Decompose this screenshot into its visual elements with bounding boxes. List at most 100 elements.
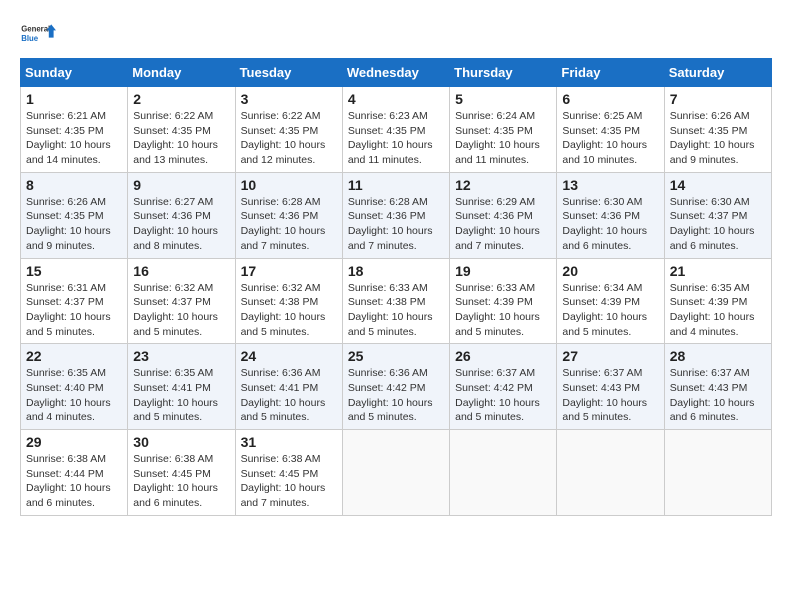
day-info: Sunrise: 6:27 AM Sunset: 4:36 PM Dayligh… bbox=[133, 195, 229, 254]
calendar-cell bbox=[450, 430, 557, 516]
day-number: 14 bbox=[670, 177, 766, 193]
day-info: Sunrise: 6:38 AM Sunset: 4:45 PM Dayligh… bbox=[241, 452, 337, 511]
day-info: Sunrise: 6:26 AM Sunset: 4:35 PM Dayligh… bbox=[670, 109, 766, 168]
day-number: 21 bbox=[670, 263, 766, 279]
calendar-cell: 18Sunrise: 6:33 AM Sunset: 4:38 PM Dayli… bbox=[342, 258, 449, 344]
calendar-header: SundayMondayTuesdayWednesdayThursdayFrid… bbox=[21, 59, 772, 87]
day-number: 20 bbox=[562, 263, 658, 279]
day-info: Sunrise: 6:21 AM Sunset: 4:35 PM Dayligh… bbox=[26, 109, 122, 168]
calendar-cell: 10Sunrise: 6:28 AM Sunset: 4:36 PM Dayli… bbox=[235, 172, 342, 258]
day-number: 22 bbox=[26, 348, 122, 364]
day-info: Sunrise: 6:31 AM Sunset: 4:37 PM Dayligh… bbox=[26, 281, 122, 340]
day-info: Sunrise: 6:32 AM Sunset: 4:37 PM Dayligh… bbox=[133, 281, 229, 340]
calendar-week-row: 29 Sunrise: 6:38 AM Sunset: 4:44 PM Dayli… bbox=[21, 430, 772, 516]
calendar-cell: 1 Sunrise: 6:21 AM Sunset: 4:35 PM Daylig… bbox=[21, 87, 128, 173]
day-number: 3 bbox=[241, 91, 337, 107]
day-number: 29 bbox=[26, 434, 122, 450]
header: General Blue bbox=[20, 16, 772, 52]
day-number: 12 bbox=[455, 177, 551, 193]
day-number: 5 bbox=[455, 91, 551, 107]
day-number: 24 bbox=[241, 348, 337, 364]
day-info: Sunrise: 6:24 AM Sunset: 4:35 PM Dayligh… bbox=[455, 109, 551, 168]
day-number: 7 bbox=[670, 91, 766, 107]
weekday-header: Friday bbox=[557, 59, 664, 87]
day-number: 16 bbox=[133, 263, 229, 279]
day-number: 2 bbox=[133, 91, 229, 107]
calendar-cell: 31 Sunrise: 6:38 AM Sunset: 4:45 PM Dayli… bbox=[235, 430, 342, 516]
calendar-week-row: 1 Sunrise: 6:21 AM Sunset: 4:35 PM Daylig… bbox=[21, 87, 772, 173]
day-info: Sunrise: 6:33 AM Sunset: 4:39 PM Dayligh… bbox=[455, 281, 551, 340]
day-number: 9 bbox=[133, 177, 229, 193]
calendar-cell: 5 Sunrise: 6:24 AM Sunset: 4:35 PM Daylig… bbox=[450, 87, 557, 173]
day-info: Sunrise: 6:22 AM Sunset: 4:35 PM Dayligh… bbox=[133, 109, 229, 168]
day-info: Sunrise: 6:32 AM Sunset: 4:38 PM Dayligh… bbox=[241, 281, 337, 340]
day-info: Sunrise: 6:30 AM Sunset: 4:37 PM Dayligh… bbox=[670, 195, 766, 254]
day-info: Sunrise: 6:29 AM Sunset: 4:36 PM Dayligh… bbox=[455, 195, 551, 254]
calendar-cell: 12 Sunrise: 6:29 AM Sunset: 4:36 PM Dayli… bbox=[450, 172, 557, 258]
day-number: 4 bbox=[348, 91, 444, 107]
calendar-cell: 8 Sunrise: 6:26 AM Sunset: 4:35 PM Daylig… bbox=[21, 172, 128, 258]
day-info: Sunrise: 6:33 AM Sunset: 4:38 PM Dayligh… bbox=[348, 281, 444, 340]
calendar-cell: 6 Sunrise: 6:25 AM Sunset: 4:35 PM Daylig… bbox=[557, 87, 664, 173]
calendar-cell: 7 Sunrise: 6:26 AM Sunset: 4:35 PM Daylig… bbox=[664, 87, 771, 173]
day-info: Sunrise: 6:23 AM Sunset: 4:35 PM Dayligh… bbox=[348, 109, 444, 168]
calendar-cell: 29 Sunrise: 6:38 AM Sunset: 4:44 PM Dayli… bbox=[21, 430, 128, 516]
day-number: 17 bbox=[241, 263, 337, 279]
calendar-cell bbox=[664, 430, 771, 516]
day-info: Sunrise: 6:35 AM Sunset: 4:41 PM Dayligh… bbox=[133, 366, 229, 425]
calendar-cell bbox=[557, 430, 664, 516]
day-number: 23 bbox=[133, 348, 229, 364]
calendar-cell: 26 Sunrise: 6:37 AM Sunset: 4:42 PM Dayli… bbox=[450, 344, 557, 430]
calendar-cell: 3 Sunrise: 6:22 AM Sunset: 4:35 PM Daylig… bbox=[235, 87, 342, 173]
weekday-header: Thursday bbox=[450, 59, 557, 87]
day-info: Sunrise: 6:26 AM Sunset: 4:35 PM Dayligh… bbox=[26, 195, 122, 254]
day-number: 27 bbox=[562, 348, 658, 364]
calendar-cell: 24 Sunrise: 6:36 AM Sunset: 4:41 PM Dayli… bbox=[235, 344, 342, 430]
day-info: Sunrise: 6:37 AM Sunset: 4:43 PM Dayligh… bbox=[670, 366, 766, 425]
day-info: Sunrise: 6:37 AM Sunset: 4:42 PM Dayligh… bbox=[455, 366, 551, 425]
day-info: Sunrise: 6:36 AM Sunset: 4:42 PM Dayligh… bbox=[348, 366, 444, 425]
calendar-cell: 2 Sunrise: 6:22 AM Sunset: 4:35 PM Daylig… bbox=[128, 87, 235, 173]
weekday-header: Tuesday bbox=[235, 59, 342, 87]
day-info: Sunrise: 6:38 AM Sunset: 4:45 PM Dayligh… bbox=[133, 452, 229, 511]
calendar-cell: 23 Sunrise: 6:35 AM Sunset: 4:41 PM Dayli… bbox=[128, 344, 235, 430]
calendar-cell: 13Sunrise: 6:30 AM Sunset: 4:36 PM Dayli… bbox=[557, 172, 664, 258]
day-number: 8 bbox=[26, 177, 122, 193]
day-number: 28 bbox=[670, 348, 766, 364]
svg-text:General: General bbox=[21, 25, 50, 34]
calendar-cell: 14 Sunrise: 6:30 AM Sunset: 4:37 PM Dayli… bbox=[664, 172, 771, 258]
day-number: 6 bbox=[562, 91, 658, 107]
calendar-cell: 11Sunrise: 6:28 AM Sunset: 4:36 PM Dayli… bbox=[342, 172, 449, 258]
calendar-cell: 9 Sunrise: 6:27 AM Sunset: 4:36 PM Daylig… bbox=[128, 172, 235, 258]
calendar-cell: 20 Sunrise: 6:34 AM Sunset: 4:39 PM Dayli… bbox=[557, 258, 664, 344]
day-number: 19 bbox=[455, 263, 551, 279]
calendar-cell bbox=[342, 430, 449, 516]
day-number: 31 bbox=[241, 434, 337, 450]
calendar-cell: 4 Sunrise: 6:23 AM Sunset: 4:35 PM Daylig… bbox=[342, 87, 449, 173]
day-info: Sunrise: 6:22 AM Sunset: 4:35 PM Dayligh… bbox=[241, 109, 337, 168]
day-info: Sunrise: 6:38 AM Sunset: 4:44 PM Dayligh… bbox=[26, 452, 122, 511]
svg-text:Blue: Blue bbox=[21, 34, 39, 43]
weekday-header: Monday bbox=[128, 59, 235, 87]
day-info: Sunrise: 6:36 AM Sunset: 4:41 PM Dayligh… bbox=[241, 366, 337, 425]
day-info: Sunrise: 6:25 AM Sunset: 4:35 PM Dayligh… bbox=[562, 109, 658, 168]
day-info: Sunrise: 6:30 AM Sunset: 4:36 PM Dayligh… bbox=[562, 195, 658, 254]
calendar-cell: 30Sunrise: 6:38 AM Sunset: 4:45 PM Dayli… bbox=[128, 430, 235, 516]
calendar-cell: 17 Sunrise: 6:32 AM Sunset: 4:38 PM Dayli… bbox=[235, 258, 342, 344]
calendar-cell: 27Sunrise: 6:37 AM Sunset: 4:43 PM Dayli… bbox=[557, 344, 664, 430]
calendar-cell: 25 Sunrise: 6:36 AM Sunset: 4:42 PM Dayli… bbox=[342, 344, 449, 430]
day-number: 25 bbox=[348, 348, 444, 364]
day-number: 1 bbox=[26, 91, 122, 107]
day-info: Sunrise: 6:34 AM Sunset: 4:39 PM Dayligh… bbox=[562, 281, 658, 340]
weekday-header: Wednesday bbox=[342, 59, 449, 87]
logo: General Blue bbox=[20, 16, 56, 52]
day-number: 15 bbox=[26, 263, 122, 279]
day-info: Sunrise: 6:28 AM Sunset: 4:36 PM Dayligh… bbox=[241, 195, 337, 254]
calendar-cell: 21Sunrise: 6:35 AM Sunset: 4:39 PM Dayli… bbox=[664, 258, 771, 344]
calendar-cell: 22 Sunrise: 6:35 AM Sunset: 4:40 PM Dayli… bbox=[21, 344, 128, 430]
calendar-cell: 28 Sunrise: 6:37 AM Sunset: 4:43 PM Dayli… bbox=[664, 344, 771, 430]
day-number: 26 bbox=[455, 348, 551, 364]
calendar-week-row: 15 Sunrise: 6:31 AM Sunset: 4:37 PM Dayli… bbox=[21, 258, 772, 344]
weekday-header: Sunday bbox=[21, 59, 128, 87]
day-info: Sunrise: 6:35 AM Sunset: 4:40 PM Dayligh… bbox=[26, 366, 122, 425]
